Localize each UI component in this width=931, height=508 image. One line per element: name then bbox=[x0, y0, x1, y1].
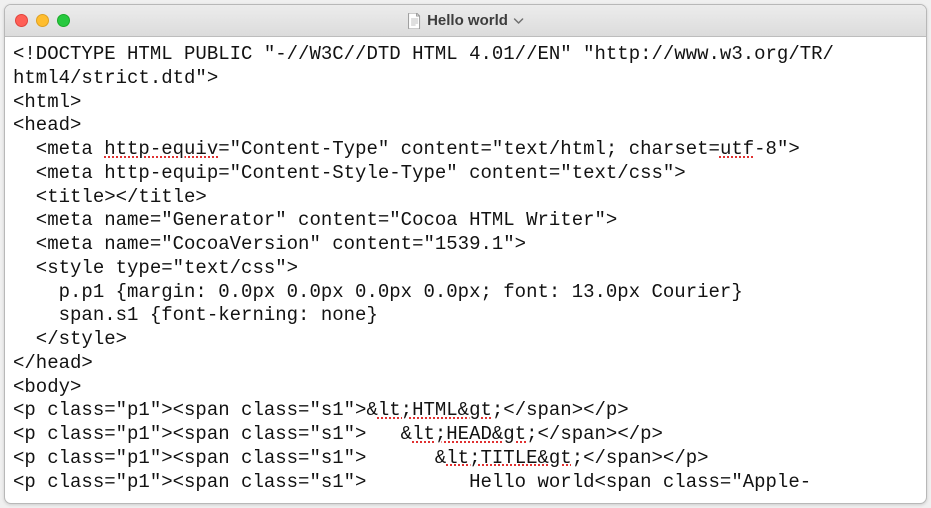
code-line: <meta http-equiv="Content-Type" content=… bbox=[13, 138, 918, 162]
editor-content[interactable]: <!DOCTYPE HTML PUBLIC "-//W3C//DTD HTML … bbox=[5, 37, 926, 503]
zoom-button[interactable] bbox=[57, 14, 70, 27]
window-title: Hello world bbox=[427, 12, 508, 29]
chevron-down-icon bbox=[514, 16, 524, 26]
code-line: <p class="p1"><span class="s1"> &lt;TITL… bbox=[13, 447, 918, 471]
spellcheck-underline: lt;TITLE&gt bbox=[446, 447, 571, 469]
close-button[interactable] bbox=[15, 14, 28, 27]
editor-window: Hello world <!DOCTYPE HTML PUBLIC "-//W3… bbox=[4, 4, 927, 504]
window-title-group[interactable]: Hello world bbox=[407, 12, 524, 29]
code-line: <body> bbox=[13, 376, 918, 400]
code-line: <p class="p1"><span class="s1">&lt;HTML&… bbox=[13, 399, 918, 423]
code-line: p.p1 {margin: 0.0px 0.0px 0.0px 0.0px; f… bbox=[13, 281, 918, 305]
minimize-button[interactable] bbox=[36, 14, 49, 27]
code-line: <p class="p1"><span class="s1"> Hello wo… bbox=[13, 471, 918, 495]
code-line: span.s1 {font-kerning: none} bbox=[13, 304, 918, 328]
traffic-lights bbox=[15, 14, 70, 27]
code-line: <!DOCTYPE HTML PUBLIC "-//W3C//DTD HTML … bbox=[13, 43, 918, 67]
code-line: <html> bbox=[13, 91, 918, 115]
titlebar: Hello world bbox=[5, 5, 926, 37]
code-line: <meta name="CocoaVersion" content="1539.… bbox=[13, 233, 918, 257]
code-line: html4/strict.dtd"> bbox=[13, 67, 918, 91]
code-line: <head> bbox=[13, 114, 918, 138]
code-line: <p class="p1"><span class="s1"> &lt;HEAD… bbox=[13, 423, 918, 447]
spellcheck-underline: http-equiv bbox=[104, 138, 218, 160]
spellcheck-underline: lt;HEAD&gt bbox=[412, 423, 526, 445]
spellcheck-underline: utf bbox=[720, 138, 754, 160]
spellcheck-underline: lt;HTML&gt bbox=[378, 399, 492, 421]
code-line: </style> bbox=[13, 328, 918, 352]
code-line: <meta http-equip="Content-Style-Type" co… bbox=[13, 162, 918, 186]
code-line: <style type="text/css"> bbox=[13, 257, 918, 281]
document-icon bbox=[407, 13, 421, 29]
code-line: </head> bbox=[13, 352, 918, 376]
code-line: <title></title> bbox=[13, 186, 918, 210]
code-line: <meta name="Generator" content="Cocoa HT… bbox=[13, 209, 918, 233]
